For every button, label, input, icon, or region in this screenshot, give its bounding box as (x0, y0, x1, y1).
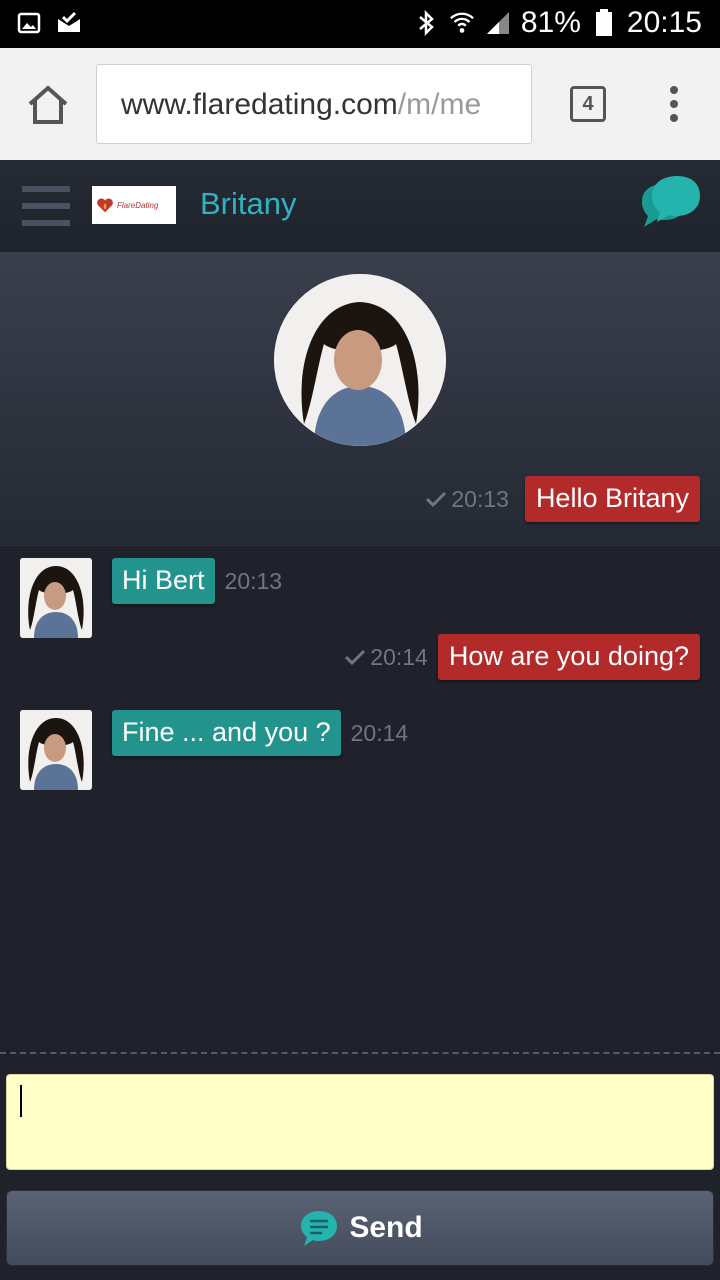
message-outgoing: 20:13 Hello Britany (425, 476, 700, 522)
status-bar: 81% 20:15 (0, 0, 720, 48)
composer-divider (0, 1052, 720, 1054)
url-host: www.flaredating.com (121, 88, 398, 121)
message-time: 20:14 (350, 719, 409, 746)
message-time: 20:14 (370, 643, 428, 670)
battery-icon (591, 9, 617, 36)
browser-toolbar: www.flaredating.com/m/me 4 (0, 48, 720, 160)
read-check-icon (345, 649, 366, 666)
message-bubble: Hi Bert (112, 558, 215, 604)
message-time: 20:13 (451, 485, 509, 512)
flame-heart-icon (97, 198, 113, 213)
bluetooth-icon (413, 9, 439, 37)
text-caret (20, 1085, 22, 1117)
chat-bubbles-icon[interactable] (636, 174, 702, 232)
url-field[interactable]: www.flaredating.com/m/me (96, 64, 532, 144)
chat-bubble-icon (301, 1211, 338, 1246)
battery-percent: 81% (520, 6, 581, 39)
clock: 20:15 (626, 6, 702, 39)
send-button[interactable]: Send (6, 1190, 714, 1266)
home-icon[interactable] (22, 80, 74, 128)
hamburger-menu-icon[interactable] (22, 186, 70, 226)
read-check-icon (426, 491, 447, 508)
message-bubble: Fine ... and you ? (112, 710, 341, 756)
send-button-label: Send (349, 1211, 423, 1244)
browser-menu-icon[interactable] (664, 86, 684, 122)
flaredating-logo[interactable]: FlareDating (92, 186, 176, 224)
contact-name: Britany (200, 186, 297, 221)
avatar[interactable] (20, 558, 92, 638)
chat-thread: 20:13 Hello Britany Hi Bert 20:13 20:14 … (0, 252, 720, 1052)
message-bubble: How are you doing? (437, 634, 700, 680)
url-path: /m/me (397, 88, 482, 121)
profile-photo[interactable] (274, 274, 446, 446)
wifi-icon (449, 10, 475, 36)
message-bubble: Hello Britany (524, 476, 700, 522)
message-time: 20:13 (224, 567, 283, 594)
message-outgoing: 20:14 How are you doing? (344, 634, 700, 680)
signal-icon (485, 10, 511, 36)
message-incoming: Fine ... and you ? 20:14 (112, 710, 408, 756)
message-incoming: Hi Bert 20:13 (112, 558, 282, 604)
message-input[interactable] (6, 1074, 714, 1170)
tab-switcher-button[interactable]: 4 (570, 86, 606, 122)
avatar[interactable] (20, 710, 92, 790)
gallery-icon (16, 10, 42, 36)
logo-text: FlareDating (117, 200, 159, 210)
app-header: FlareDating Britany (0, 160, 720, 252)
mail-check-icon (56, 10, 82, 36)
